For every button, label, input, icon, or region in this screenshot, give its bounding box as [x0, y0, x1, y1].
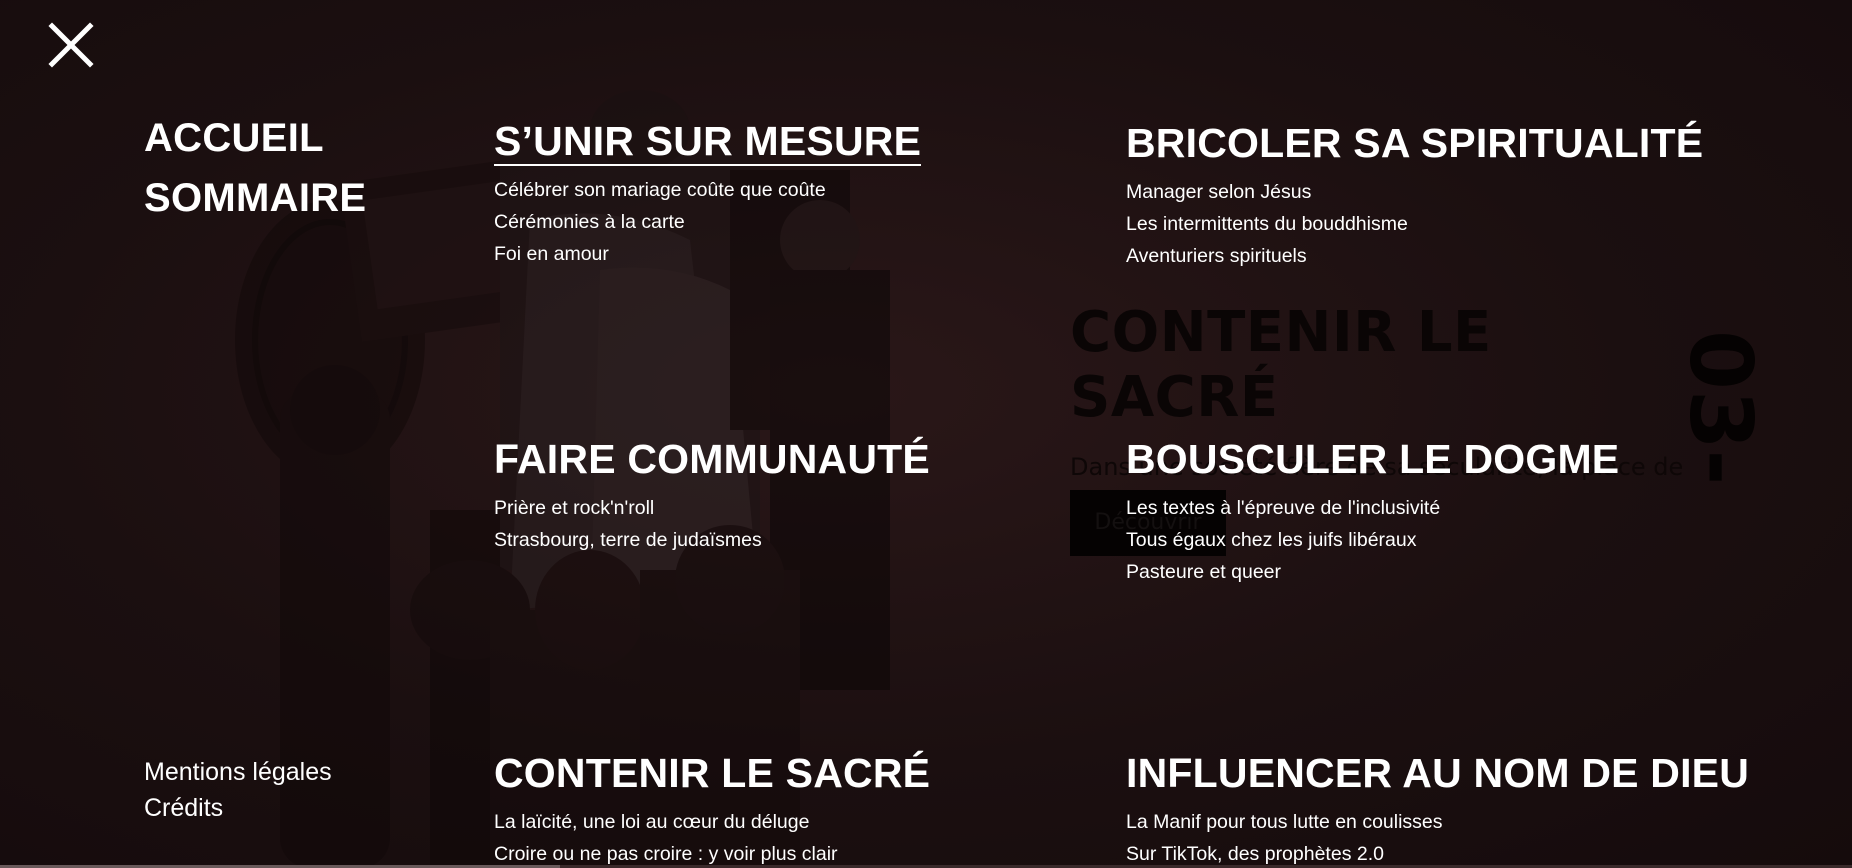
section-item-link[interactable]: Tous égaux chez les juifs libéraux: [1126, 524, 1619, 556]
section-title-link[interactable]: INFLUENCER AU NOM DE DIEU: [1126, 748, 1749, 798]
menu-section-dogme: BOUSCULER LE DOGME Les textes à l'épreuv…: [1126, 434, 1619, 588]
section-item-link[interactable]: La Manif pour tous lutte en coulisses: [1126, 806, 1749, 838]
section-item-list: Manager selon Jésus Les intermittents du…: [1126, 176, 1703, 272]
section-item-list: Les textes à l'épreuve de l'inclusivité …: [1126, 492, 1619, 588]
footer-nav: Mentions légales Crédits: [144, 754, 332, 826]
background-section-title: CONTENIR LE SACRÉ: [1070, 300, 1492, 430]
section-item-list: La laïcité, une loi au cœur du déluge Cr…: [494, 806, 930, 868]
main-nav: ACCUEIL SOMMAIRE: [144, 108, 366, 228]
section-item-list: La Manif pour tous lutte en coulisses Su…: [1126, 806, 1749, 868]
section-item-list: Célébrer son mariage coûte que coûte Cér…: [494, 174, 921, 270]
section-item-link[interactable]: Foi en amour: [494, 238, 921, 270]
section-item-link[interactable]: Pasteure et queer: [1126, 556, 1619, 588]
background-section-number: 03-: [1670, 330, 1770, 486]
nav-sommaire-link[interactable]: SOMMAIRE: [144, 168, 366, 228]
mentions-legales-link[interactable]: Mentions légales: [144, 754, 332, 790]
section-title-link[interactable]: BOUSCULER LE DOGME: [1126, 434, 1619, 484]
section-item-list: Prière et rock'n'roll Strasbourg, terre …: [494, 492, 930, 556]
nav-accueil-link[interactable]: ACCUEIL: [144, 108, 366, 168]
section-item-link[interactable]: Sur TikTok, des prophètes 2.0: [1126, 838, 1749, 868]
menu-section-bricoler: BRICOLER SA SPIRITUALITÉ Manager selon J…: [1126, 118, 1703, 272]
section-item-link[interactable]: Prière et rock'n'roll: [494, 492, 930, 524]
section-item-link[interactable]: Manager selon Jésus: [1126, 176, 1703, 208]
section-item-link[interactable]: La laïcité, une loi au cœur du déluge: [494, 806, 930, 838]
section-title-link[interactable]: BRICOLER SA SPIRITUALITÉ: [1126, 118, 1703, 168]
menu-section-sunir: S’UNIR SUR MESURE Célébrer son mariage c…: [494, 118, 922, 270]
credits-link[interactable]: Crédits: [144, 790, 332, 826]
page: CONTENIR LE SACRÉ Dans une société fière…: [0, 0, 1852, 868]
section-title-link[interactable]: CONTENIR LE SACRÉ: [494, 748, 930, 798]
section-item-link[interactable]: Strasbourg, terre de judaïsmes: [494, 524, 930, 556]
section-title-link[interactable]: FAIRE COMMUNAUTÉ: [494, 434, 930, 484]
menu-section-influencer: INFLUENCER AU NOM DE DIEU La Manif pour …: [1126, 748, 1749, 868]
section-item-link[interactable]: Cérémonies à la carte: [494, 206, 921, 238]
section-item-link[interactable]: Les textes à l'épreuve de l'inclusivité: [1126, 492, 1619, 524]
section-item-link[interactable]: Aventuriers spirituels: [1126, 240, 1703, 272]
menu-section-communaute: FAIRE COMMUNAUTÉ Prière et rock'n'roll S…: [494, 434, 930, 556]
section-item-link[interactable]: Croire ou ne pas croire : y voir plus cl…: [494, 838, 930, 868]
menu-section-sacre: CONTENIR LE SACRÉ La laïcité, une loi au…: [494, 748, 930, 868]
section-item-link[interactable]: Célébrer son mariage coûte que coûte: [494, 174, 921, 206]
close-menu-button[interactable]: [48, 22, 94, 68]
close-icon: [48, 22, 94, 68]
section-item-link[interactable]: Les intermittents du bouddhisme: [1126, 208, 1703, 240]
section-title-link[interactable]: S’UNIR SUR MESURE: [494, 118, 922, 166]
